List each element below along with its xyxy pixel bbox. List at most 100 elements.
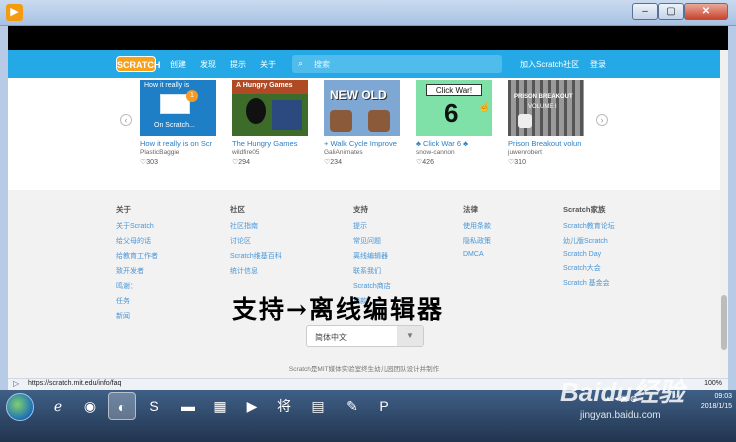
scratch-nav-bar: SCRATCH 创建 发现 提示 关于 ⌕ 搜索 加入Scratch社区 登录 — [8, 50, 720, 78]
project-author[interactable]: snow-cannon — [416, 149, 496, 156]
publisher-icon[interactable]: P — [370, 392, 398, 420]
project-author[interactable]: juwenrobert — [508, 149, 588, 156]
footer-heading: Scratch家族 — [563, 205, 606, 214]
carousel-next-button[interactable]: › — [596, 114, 608, 126]
network-icon[interactable]: ▤ — [304, 392, 332, 420]
footer-link[interactable]: 隐私政策 — [463, 236, 491, 246]
footer-link-offline-editor[interactable]: 离线编辑器 — [353, 251, 391, 261]
project-thumbnail[interactable]: How it really is 1 On Scratch... — [140, 80, 216, 136]
project-card[interactable]: Click War! 6 ☝ ♣ Click War 6 ♣ snow-cann… — [416, 80, 496, 166]
nav-create[interactable]: 创建 — [170, 59, 186, 70]
app-icon[interactable]: 将 — [270, 392, 298, 420]
footer-link[interactable]: 联系我们 — [353, 266, 391, 276]
annotation-overlay-text: 支持→离线编辑器 — [232, 295, 444, 324]
footer-link[interactable]: 关于Scratch — [116, 221, 158, 231]
minimize-button[interactable]: – — [632, 3, 658, 20]
project-author[interactable]: GaliAnimates — [324, 149, 404, 156]
clock-date: 2018/1/15 — [700, 403, 732, 410]
footer-link[interactable]: 给教育工作者 — [116, 251, 158, 261]
vertical-scrollbar[interactable] — [720, 50, 728, 378]
title-bar: ▶ – ▢ ✕ — [0, 0, 736, 26]
footer-link[interactable]: 鸣谢： — [116, 281, 158, 291]
carousel-prev-button[interactable]: ‹ — [120, 114, 132, 126]
project-thumbnail[interactable]: PRISON BREAKOUT VOLUME I — [508, 80, 584, 136]
footer-link[interactable]: Scratch 基金会 — [563, 278, 615, 288]
scratch-logo[interactable]: SCRATCH — [116, 56, 160, 72]
scrollbar-thumb[interactable] — [721, 295, 727, 350]
project-title[interactable]: The Hungry Games — [232, 139, 312, 148]
search-placeholder: 搜索 — [314, 60, 330, 69]
language-select[interactable]: 简体中文 ▼ — [306, 325, 424, 347]
browser-window: ▶ – ▢ ✕ SCRATCH 创建 发现 提示 关于 ⌕ 搜索 加入Scrat… — [0, 0, 736, 442]
project-title[interactable]: How it really is on Scr — [140, 139, 220, 148]
sogou-icon[interactable]: S — [140, 392, 168, 420]
footer-link[interactable]: DMCA — [463, 251, 491, 258]
zoom-level[interactable]: 100% — [704, 380, 722, 387]
project-card[interactable]: How it really is 1 On Scratch... How it … — [140, 80, 220, 166]
signin-link[interactable]: 登录 — [590, 59, 606, 70]
project-card[interactable]: NEW OLD + Walk Cycle Improve GaliAnimate… — [324, 80, 404, 166]
footer-link[interactable]: 任务 — [116, 296, 158, 306]
media-player-icon[interactable]: ▶ — [238, 392, 266, 420]
project-title[interactable]: Prison Breakout volun — [508, 139, 588, 148]
ie-icon[interactable]: ℯ — [44, 392, 72, 420]
close-button[interactable]: ✕ — [684, 3, 728, 20]
folder-icon[interactable]: ▬ — [174, 392, 202, 420]
footer-link[interactable]: Scratch Day — [563, 251, 615, 258]
nav-explore[interactable]: 发现 — [200, 59, 216, 70]
footer-link[interactable]: 新闻 — [116, 311, 158, 321]
project-loves: ♡310 — [508, 159, 526, 166]
thumb-text: How it really is — [144, 82, 190, 89]
footer-link[interactable]: Scratch大会 — [563, 263, 615, 273]
browser-taskbar-icon[interactable]: ◐ — [108, 392, 136, 420]
loves-count: 303 — [146, 159, 158, 166]
project-loves: ♡303 — [140, 159, 158, 166]
nav-tips[interactable]: 提示 — [230, 59, 246, 70]
project-card[interactable]: A Hungry Games The Hungry Games wildfire… — [232, 80, 312, 166]
nav-about[interactable]: 关于 — [260, 59, 276, 70]
app-icon: ▶ — [6, 4, 23, 21]
maximize-button[interactable]: ▢ — [658, 3, 684, 20]
thumb-text: PRISON BREAKOUT — [514, 94, 573, 100]
footer-link-faq[interactable]: 常见问题 — [353, 236, 391, 246]
clock-time: 09:03 — [714, 393, 732, 400]
start-button[interactable] — [6, 393, 34, 421]
project-thumbnail[interactable]: A Hungry Games — [232, 80, 308, 136]
project-card[interactable]: PRISON BREAKOUT VOLUME I Prison Breakout… — [508, 80, 588, 166]
project-title[interactable]: ♣ Click War 6 ♣ — [416, 139, 496, 148]
chevron-down-icon[interactable]: ▼ — [397, 326, 423, 346]
thumb-number: 6 — [444, 98, 459, 128]
toolbar-area — [0, 26, 736, 50]
status-url: https://scratch.mit.edu/info/faq — [28, 380, 122, 387]
project-loves: ♡234 — [324, 159, 342, 166]
cursor-icon: ☝ — [478, 102, 491, 113]
paint-icon[interactable]: ✎ — [338, 392, 366, 420]
footer-heading: 支持 — [353, 205, 368, 214]
footer-link[interactable]: 致开发者 — [116, 266, 158, 276]
project-author[interactable]: wildfire05 — [232, 149, 312, 156]
loves-count: 426 — [422, 159, 434, 166]
page-viewport: SCRATCH 创建 发现 提示 关于 ⌕ 搜索 加入Scratch社区 登录 … — [8, 50, 720, 378]
footer-link[interactable]: 社区指南 — [230, 221, 282, 231]
footer-link[interactable]: 给父母的话 — [116, 236, 158, 246]
footer-heading: 关于 — [116, 205, 131, 214]
footer-link[interactable]: 提示 — [353, 221, 391, 231]
join-link[interactable]: 加入Scratch社区 — [520, 59, 579, 70]
footer-link[interactable]: Scratch维基百科 — [230, 251, 282, 261]
project-thumbnail[interactable]: NEW OLD — [324, 80, 400, 136]
project-author[interactable]: PlasticBaggie — [140, 149, 220, 156]
project-title[interactable]: + Walk Cycle Improve — [324, 139, 404, 148]
search-input[interactable]: ⌕ 搜索 — [292, 55, 502, 73]
chrome-icon[interactable]: ◉ — [76, 392, 104, 420]
footer-link[interactable]: Scratch教育论坛 — [563, 221, 615, 231]
footer-column-about: 关于 关于Scratch 给父母的话 给教育工作者 致开发者 鸣谢： 任务 新闻 — [116, 204, 158, 326]
explorer-icon[interactable]: ▦ — [206, 392, 234, 420]
footer-link[interactable]: 讨论区 — [230, 236, 282, 246]
footer-link[interactable]: 使用条款 — [463, 221, 491, 231]
project-thumbnail[interactable]: Click War! 6 ☝ — [416, 80, 492, 136]
clock[interactable]: 09:03 2018/1/15 — [676, 392, 732, 412]
thumb-text: NEW OLD — [330, 88, 387, 102]
footer-link[interactable]: 幼儿版Scratch — [563, 236, 615, 246]
frame-left — [0, 26, 8, 390]
footer-link[interactable]: 统计信息 — [230, 266, 282, 276]
